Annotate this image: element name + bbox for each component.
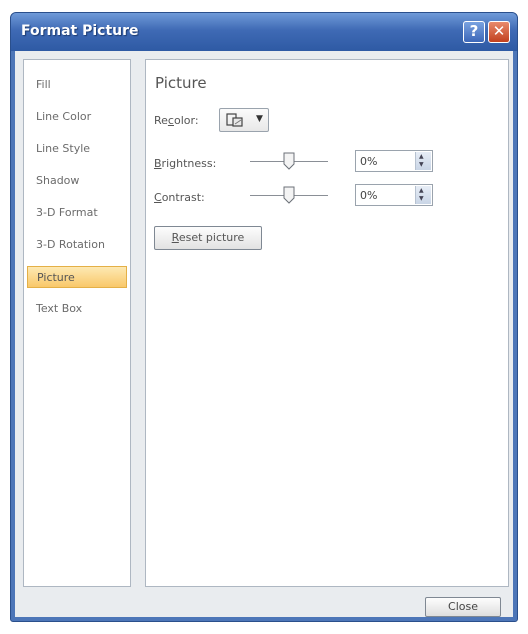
contrast-value: 0% [360, 189, 378, 202]
contrast-spin-buttons[interactable]: ▲ ▼ [415, 186, 431, 204]
spin-up-icon[interactable]: ▲ [419, 188, 424, 194]
nav-item-line-style[interactable]: Line Style [27, 138, 127, 160]
dialog-title: Format Picture [21, 23, 139, 39]
spin-up-icon[interactable]: ▲ [419, 154, 424, 160]
format-picture-dialog: Format Picture ? ✕ Fill Line Color Line … [10, 12, 518, 622]
category-list: Fill Line Color Line Style Shadow 3-D Fo… [23, 59, 131, 587]
nav-item-3d-format[interactable]: 3-D Format [27, 202, 127, 224]
title-bar[interactable]: Format Picture ? ✕ [11, 13, 517, 51]
spin-down-icon[interactable]: ▼ [419, 196, 424, 202]
nav-item-shadow[interactable]: Shadow [27, 170, 127, 192]
nav-item-fill[interactable]: Fill [27, 74, 127, 96]
recolor-dropdown[interactable]: ▼ [219, 108, 269, 132]
close-window-button[interactable]: ✕ [488, 21, 510, 43]
chevron-down-icon: ▼ [256, 114, 263, 124]
close-button[interactable]: Close [425, 597, 501, 617]
nav-item-3d-rotation[interactable]: 3-D Rotation [27, 234, 127, 256]
picture-panel: Picture Recolor: ▼ Brightness: 0% ▲ ▼ Co… [145, 59, 509, 587]
panel-heading: Picture [155, 74, 207, 92]
contrast-spinner[interactable]: 0% ▲ ▼ [355, 184, 433, 206]
recolor-icon [226, 113, 243, 127]
brightness-slider-thumb[interactable] [283, 152, 295, 170]
contrast-label: Contrast: [154, 191, 205, 204]
recolor-label: Recolor: [154, 114, 199, 127]
nav-item-picture[interactable]: Picture [27, 266, 127, 288]
dialog-body: Fill Line Color Line Style Shadow 3-D Fo… [15, 51, 513, 617]
contrast-slider-thumb[interactable] [283, 186, 295, 204]
nav-item-line-color[interactable]: Line Color [27, 106, 127, 128]
brightness-spin-buttons[interactable]: ▲ ▼ [415, 152, 431, 170]
brightness-spinner[interactable]: 0% ▲ ▼ [355, 150, 433, 172]
spin-down-icon[interactable]: ▼ [419, 162, 424, 168]
help-button[interactable]: ? [463, 21, 485, 43]
reset-picture-button[interactable]: Reset picture [154, 226, 262, 250]
brightness-value: 0% [360, 155, 378, 168]
nav-item-text-box[interactable]: Text Box [27, 298, 127, 320]
brightness-label: Brightness: [154, 157, 217, 170]
